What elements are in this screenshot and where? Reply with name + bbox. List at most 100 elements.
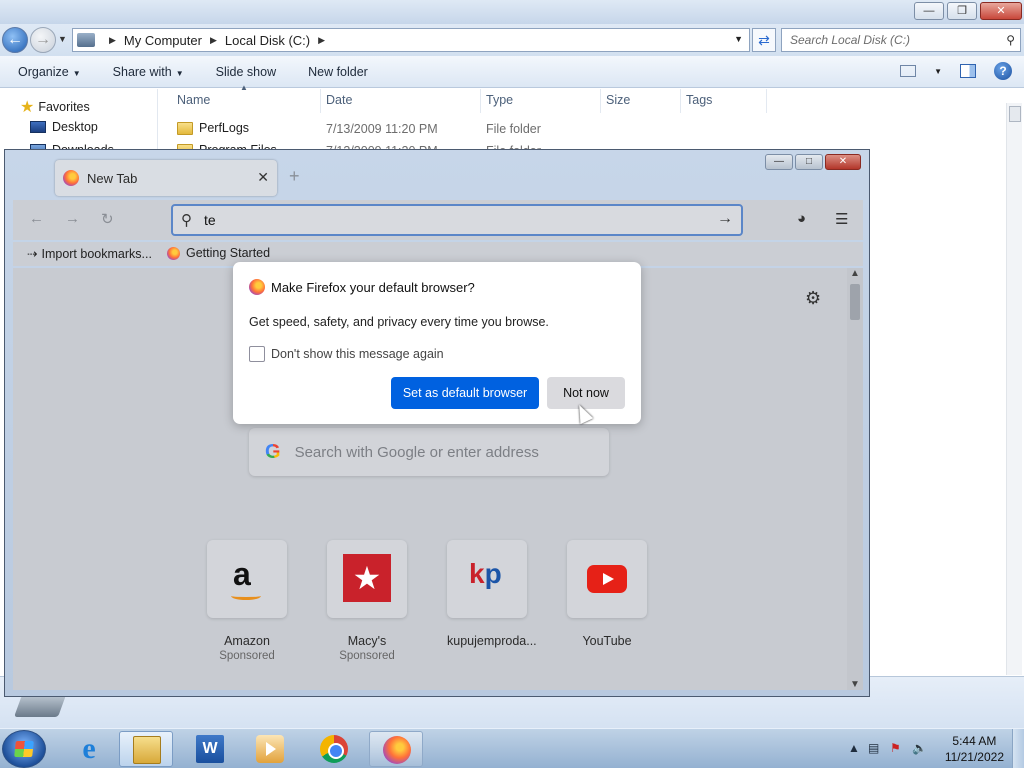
amazon-smile	[231, 592, 261, 600]
new-tab-button[interactable]: +	[289, 166, 300, 187]
firefox-icon	[167, 246, 180, 260]
recent-pages-dropdown[interactable]: ▼	[58, 34, 67, 44]
top-site-tile[interactable]: ★ Macy's Sponsored	[327, 540, 407, 662]
clock[interactable]: 5:44 AM 11/21/2022	[945, 733, 1004, 765]
breadcrumb-my-computer[interactable]: My Computer	[124, 33, 202, 48]
column-date[interactable]: Date	[326, 93, 352, 107]
forward-arrow-icon[interactable]: →	[65, 210, 80, 227]
bookmark-getting-started-label: Getting Started	[186, 246, 271, 260]
close-button[interactable]: ✕	[825, 154, 861, 170]
view-options-icon[interactable]	[900, 65, 917, 77]
url-input-value[interactable]: te	[204, 212, 216, 228]
minimize-button[interactable]: —	[765, 154, 793, 170]
network-icon[interactable]: ▤	[868, 741, 879, 755]
explorer-search-input[interactable]: Search Local Disk (C:) ⚲	[781, 28, 1021, 52]
taskbar-windows-explorer[interactable]	[119, 731, 173, 767]
scrollbar-thumb[interactable]	[850, 284, 860, 320]
slide-show-button[interactable]: Slide show	[216, 65, 276, 79]
minimize-button[interactable]: —	[914, 2, 944, 20]
default-browser-dialog: Make Firefox your default browser? Get s…	[233, 262, 641, 424]
youtube-icon	[567, 540, 647, 618]
scrollbar-thumb[interactable]	[1009, 106, 1021, 122]
address-dropdown-icon[interactable]: ▼	[734, 34, 743, 44]
top-site-tile[interactable]: YouTube	[567, 540, 647, 648]
maximize-button[interactable]: □	[795, 154, 823, 170]
action-center-icon[interactable]: ⚑	[890, 741, 901, 755]
google-search-box[interactable]: G Search with Google or enter address	[249, 428, 609, 476]
column-divider[interactable]	[600, 89, 601, 113]
back-button[interactable]: ←	[2, 27, 28, 53]
firefox-icon	[249, 279, 265, 295]
explorer-titlebar: — ❐ ✕	[0, 0, 1024, 24]
search-icon: ⚲	[181, 212, 192, 229]
column-tags[interactable]: Tags	[686, 93, 712, 107]
taskbar-chrome[interactable]	[307, 731, 361, 767]
top-site-tile[interactable]: a Amazon Sponsored	[207, 540, 287, 662]
nav-desktop[interactable]: Desktop	[20, 120, 98, 134]
file-row[interactable]: PerfLogs	[177, 121, 249, 135]
forward-button[interactable]: →	[30, 27, 56, 53]
column-divider[interactable]	[766, 89, 767, 113]
top-site-tile[interactable]: kp kupujemproda...	[447, 540, 537, 648]
clock-time: 5:44 AM	[952, 734, 997, 748]
column-divider[interactable]	[680, 89, 681, 113]
nav-favorites[interactable]: ★ Favorites	[20, 97, 90, 117]
tab-title: New Tab	[87, 170, 138, 186]
show-desktop-button[interactable]	[1012, 729, 1024, 768]
file-name: PerfLogs	[199, 121, 250, 135]
show-hidden-icons-icon[interactable]: ▲	[848, 741, 860, 755]
tab-new-tab[interactable]: New Tab ✕	[55, 160, 277, 196]
word-icon: W	[196, 735, 224, 763]
reload-icon[interactable]: ↻	[101, 210, 114, 228]
folder-icon	[177, 121, 193, 135]
new-folder-button[interactable]: New folder	[308, 65, 368, 79]
url-bar[interactable]: ⚲ te →	[171, 204, 743, 236]
chevron-right-icon[interactable]: ▶	[318, 35, 325, 46]
bookmark-getting-started[interactable]: Getting Started	[167, 246, 270, 260]
taskbar-word[interactable]: W	[183, 731, 237, 767]
set-default-browser-button[interactable]: Set as default browser	[391, 377, 539, 409]
column-divider[interactable]	[320, 89, 321, 113]
column-type[interactable]: Type	[486, 93, 513, 107]
bookmark-import[interactable]: ⇢ Import bookmarks...	[27, 246, 152, 262]
column-size[interactable]: Size	[606, 93, 630, 107]
address-bar[interactable]: ▶ My Computer ▶ Local Disk (C:) ▶ ▼	[72, 28, 750, 52]
scroll-up-icon[interactable]: ▲	[850, 268, 860, 279]
start-button[interactable]	[2, 730, 46, 768]
menu-icon[interactable]: ☰	[835, 210, 848, 228]
go-arrow-icon[interactable]: →	[717, 210, 733, 228]
help-icon[interactable]: ?	[994, 62, 1012, 80]
kp-logo: kp	[469, 558, 502, 589]
dont-show-again-checkbox[interactable]: Don't show this message again	[249, 346, 444, 362]
taskbar-media-player[interactable]	[243, 731, 297, 767]
explorer-scrollbar[interactable]	[1006, 103, 1022, 675]
volume-icon[interactable]: 🔈	[912, 741, 927, 755]
dialog-title-text: Make Firefox your default browser?	[271, 279, 475, 295]
nav-desktop-label: Desktop	[52, 120, 98, 134]
close-tab-icon[interactable]: ✕	[257, 169, 269, 186]
view-dropdown-icon[interactable]: ▼	[934, 67, 942, 76]
breadcrumb-local-disk[interactable]: Local Disk (C:)	[225, 33, 310, 48]
checkbox-box[interactable]	[249, 346, 265, 362]
firefox-scrollbar[interactable]: ▲ ▼	[847, 268, 863, 690]
scroll-down-icon[interactable]: ▼	[850, 679, 860, 690]
chevron-right-icon[interactable]: ▶	[109, 35, 116, 46]
taskbar-internet-explorer[interactable]: e	[62, 731, 116, 767]
close-button[interactable]: ✕	[980, 2, 1022, 20]
back-arrow-icon[interactable]: ←	[29, 210, 44, 227]
system-tray: ▲ ▤ ⚑ 🔈 5:44 AM 11/21/2022	[834, 729, 1024, 768]
gear-icon[interactable]: ⚙	[805, 288, 821, 309]
google-icon: G	[265, 440, 281, 463]
column-name[interactable]: Name	[177, 93, 210, 107]
taskbar-firefox[interactable]	[369, 731, 423, 767]
drive-icon	[13, 695, 67, 717]
share-with-button[interactable]: Share with ▼	[113, 65, 184, 79]
refresh-button[interactable]: ⇄	[752, 28, 776, 52]
maximize-button[interactable]: ❐	[947, 2, 977, 20]
preview-pane-icon[interactable]	[960, 64, 976, 78]
pocket-icon[interactable]: ◕	[797, 210, 806, 227]
organize-button[interactable]: Organize ▼	[18, 65, 81, 79]
chevron-right-icon[interactable]: ▶	[210, 35, 217, 46]
tile-name: Amazon	[224, 634, 270, 648]
column-divider[interactable]	[480, 89, 481, 113]
